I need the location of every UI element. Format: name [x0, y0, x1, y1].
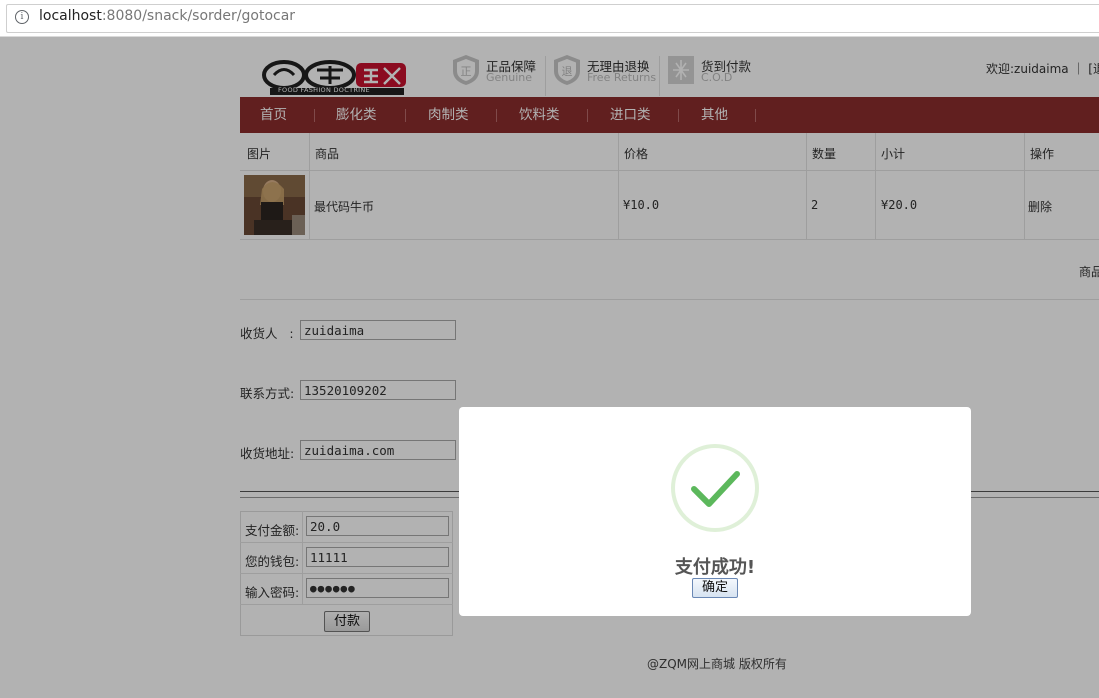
dialog-title: 支付成功!: [674, 557, 756, 578]
url-path: :8080/snack/sorder/gotocar: [101, 8, 296, 24]
browser-address-bar: i localhost:8080/snack/sorder/gotocar: [0, 0, 1099, 37]
success-check-icon: [671, 444, 759, 532]
url-text[interactable]: localhost:8080/snack/sorder/gotocar: [39, 8, 295, 24]
info-icon[interactable]: i: [15, 10, 29, 24]
confirm-button[interactable]: 确定: [692, 578, 738, 598]
url-host: localhost: [39, 8, 102, 24]
